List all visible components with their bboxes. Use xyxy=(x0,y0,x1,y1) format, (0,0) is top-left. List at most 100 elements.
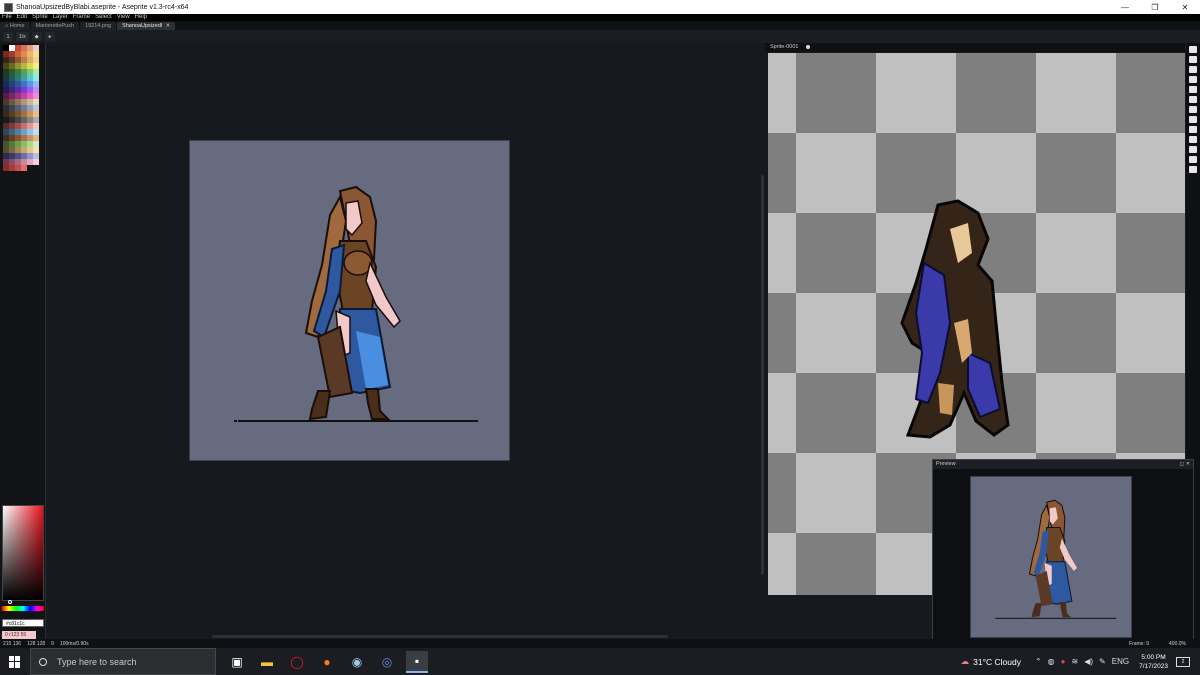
marquee-tool-icon[interactable] xyxy=(1189,46,1197,53)
close-button[interactable]: ✕ xyxy=(1170,0,1200,14)
menu-frame[interactable]: Frame xyxy=(73,14,90,21)
hex-color-field[interactable]: #c81c1c xyxy=(2,619,44,627)
aseprite-app-icon xyxy=(4,2,13,12)
frame-label: Frame: xyxy=(1129,640,1145,647)
tab-label: 19214.png xyxy=(85,23,112,29)
menu-edit[interactable]: Edit xyxy=(17,14,27,21)
clock-date: 7/17/2023 xyxy=(1139,662,1168,670)
secondary-editor-header: Sprite-0001 xyxy=(765,43,1185,52)
hue-slider[interactable] xyxy=(2,606,44,611)
windows-taskbar: Type here to search ▣ ▬ ◯ ● ◉ ◎ ▪ ☁ 31°C… xyxy=(0,648,1200,675)
color-spectrum-picker[interactable] xyxy=(2,505,44,604)
vertical-scrollbar[interactable] xyxy=(761,175,764,575)
maximize-button[interactable]: ❐ xyxy=(1140,0,1170,14)
menu-view[interactable]: View xyxy=(117,14,130,21)
preview-maximize-icon[interactable]: ◻ xyxy=(1180,461,1184,467)
palette-swatch xyxy=(33,165,39,171)
cursor-position: 215 136 xyxy=(3,640,22,647)
task-view-icon[interactable]: ▣ xyxy=(226,651,248,673)
line-tool-icon[interactable] xyxy=(1189,126,1197,133)
sprite-label: Sprite-0001 xyxy=(770,44,799,50)
firefox-icon[interactable]: ● xyxy=(316,651,338,673)
menu-file[interactable]: File xyxy=(2,14,12,21)
wifi-icon[interactable]: ≋ xyxy=(1072,657,1079,666)
frame-duration: 100ms/0.90s xyxy=(59,640,89,647)
picker-cursor[interactable] xyxy=(8,600,12,604)
ctx-brush-type[interactable]: 1 xyxy=(3,32,13,41)
tab-label: ShanoaUpsizedI xyxy=(122,23,163,29)
tab-home[interactable]: ⌂ Home xyxy=(0,22,30,30)
preview-window[interactable]: Preview ◻ ✕ xyxy=(932,459,1194,641)
preview-sprite xyxy=(995,499,1117,619)
tab-label: MarionettePush xyxy=(35,23,75,29)
gradient-tool-icon[interactable] xyxy=(1189,116,1197,123)
chromium-icon[interactable]: ◎ xyxy=(376,651,398,673)
file-explorer-icon[interactable]: ▬ xyxy=(256,651,278,673)
network-icon[interactable]: ◍ xyxy=(1048,657,1055,666)
fill-tool-icon[interactable] xyxy=(1189,106,1197,113)
preview-controls: ◻ ✕ xyxy=(1180,461,1190,467)
search-icon xyxy=(39,657,47,666)
menu-help[interactable]: Help xyxy=(135,14,147,21)
chevron-up-icon[interactable]: ⌃ xyxy=(1035,657,1042,666)
ctx-ink[interactable]: ◆ xyxy=(31,32,42,41)
taskbar-search[interactable]: Type here to search xyxy=(30,648,216,675)
clock[interactable]: 5:00 PM 7/17/2023 xyxy=(1139,653,1168,671)
pencil-tool-icon[interactable] xyxy=(1189,56,1197,63)
preview-close-icon[interactable]: ✕ xyxy=(1186,461,1190,467)
opera-icon[interactable]: ◯ xyxy=(286,651,308,673)
preview-title: Preview xyxy=(933,460,1193,469)
context-bar: 1 1/x ◆ ● xyxy=(0,30,1200,43)
status-bar: 215 136 128 128 9 100ms/0.90s Frame: 9 4… xyxy=(0,639,1200,648)
tabs-bar: ⌂ Home MarionettePush 19214.png ShanoaUp… xyxy=(0,21,1200,30)
sprite-canvas[interactable] xyxy=(189,140,510,461)
preview-canvas xyxy=(970,476,1132,638)
close-tab-icon[interactable]: ✕ xyxy=(165,23,170,29)
aseprite-app: ShanoaUpsizedByBlabi.aseprite - Aseprite… xyxy=(0,0,1200,675)
pen-icon[interactable]: ✎ xyxy=(1099,657,1106,666)
steam-icon[interactable]: ◉ xyxy=(346,651,368,673)
zoom-level[interactable]: 400.0% xyxy=(1169,641,1186,647)
start-button[interactable] xyxy=(0,648,30,675)
window-controls: — ❐ ✕ xyxy=(1110,0,1200,14)
tab-shanoa[interactable]: ShanoaUpsizedI ✕ xyxy=(117,22,176,30)
menu-layer[interactable]: Layer xyxy=(53,14,68,21)
menu-select[interactable]: Select xyxy=(95,14,112,21)
rectangle-tool-icon[interactable] xyxy=(1189,136,1197,143)
sprite-size: 128 128 xyxy=(27,640,46,647)
text-tool-icon[interactable] xyxy=(1189,166,1197,173)
weather-widget[interactable]: ☁ 31°C Cloudy xyxy=(961,656,1021,667)
horizontal-scrollbar[interactable] xyxy=(212,635,668,638)
ellipse-tool-icon[interactable] xyxy=(1189,146,1197,153)
eyedropper-tool-icon[interactable] xyxy=(1189,76,1197,83)
weather-text: 31°C Cloudy xyxy=(973,656,1021,667)
speaker-icon[interactable]: ◀) xyxy=(1084,657,1093,666)
modified-dot-icon xyxy=(806,44,811,49)
clock-time: 5:00 PM xyxy=(1141,653,1166,661)
windows-logo-icon xyxy=(9,655,21,668)
notifications-icon[interactable]: 2 xyxy=(1176,656,1190,667)
eraser-tool-icon[interactable] xyxy=(1189,66,1197,73)
tab-marionettepush[interactable]: MarionettePush xyxy=(30,22,80,30)
palette-grid xyxy=(3,45,43,171)
menu-bar: File Edit Sprite Layer Frame Select View… xyxy=(0,14,1200,21)
tab-19214[interactable]: 19214.png xyxy=(80,22,117,30)
weather-cloud-icon: ☁ xyxy=(960,656,970,666)
title-bar: ShanoaUpsizedByBlabi.aseprite - Aseprite… xyxy=(0,0,1200,14)
frame-field[interactable]: 9 xyxy=(1146,641,1149,647)
window-title: ShanoaUpsizedByBlabi.aseprite - Aseprite… xyxy=(16,3,189,11)
taskbar-apps: ▣ ▬ ◯ ● ◉ ◎ ▪ xyxy=(226,650,428,673)
ctx-opacity[interactable]: ● xyxy=(44,32,55,41)
zoom-tool-icon[interactable] xyxy=(1189,86,1197,93)
foreground-color-button[interactable]: 0 r123 55 xyxy=(2,631,36,639)
ctx-brush-size[interactable]: 1/x xyxy=(16,32,29,41)
main-canvas-area[interactable] xyxy=(47,43,760,639)
minimize-button[interactable]: — xyxy=(1110,0,1140,14)
move-tool-icon[interactable] xyxy=(1189,96,1197,103)
menu-sprite[interactable]: Sprite xyxy=(32,14,48,21)
blur-tool-icon[interactable] xyxy=(1189,156,1197,163)
record-icon[interactable]: ● xyxy=(1061,657,1066,666)
aseprite-icon[interactable]: ▪ xyxy=(406,650,428,673)
search-placeholder: Type here to search xyxy=(57,656,137,667)
language-indicator[interactable]: ENG xyxy=(1112,657,1129,666)
